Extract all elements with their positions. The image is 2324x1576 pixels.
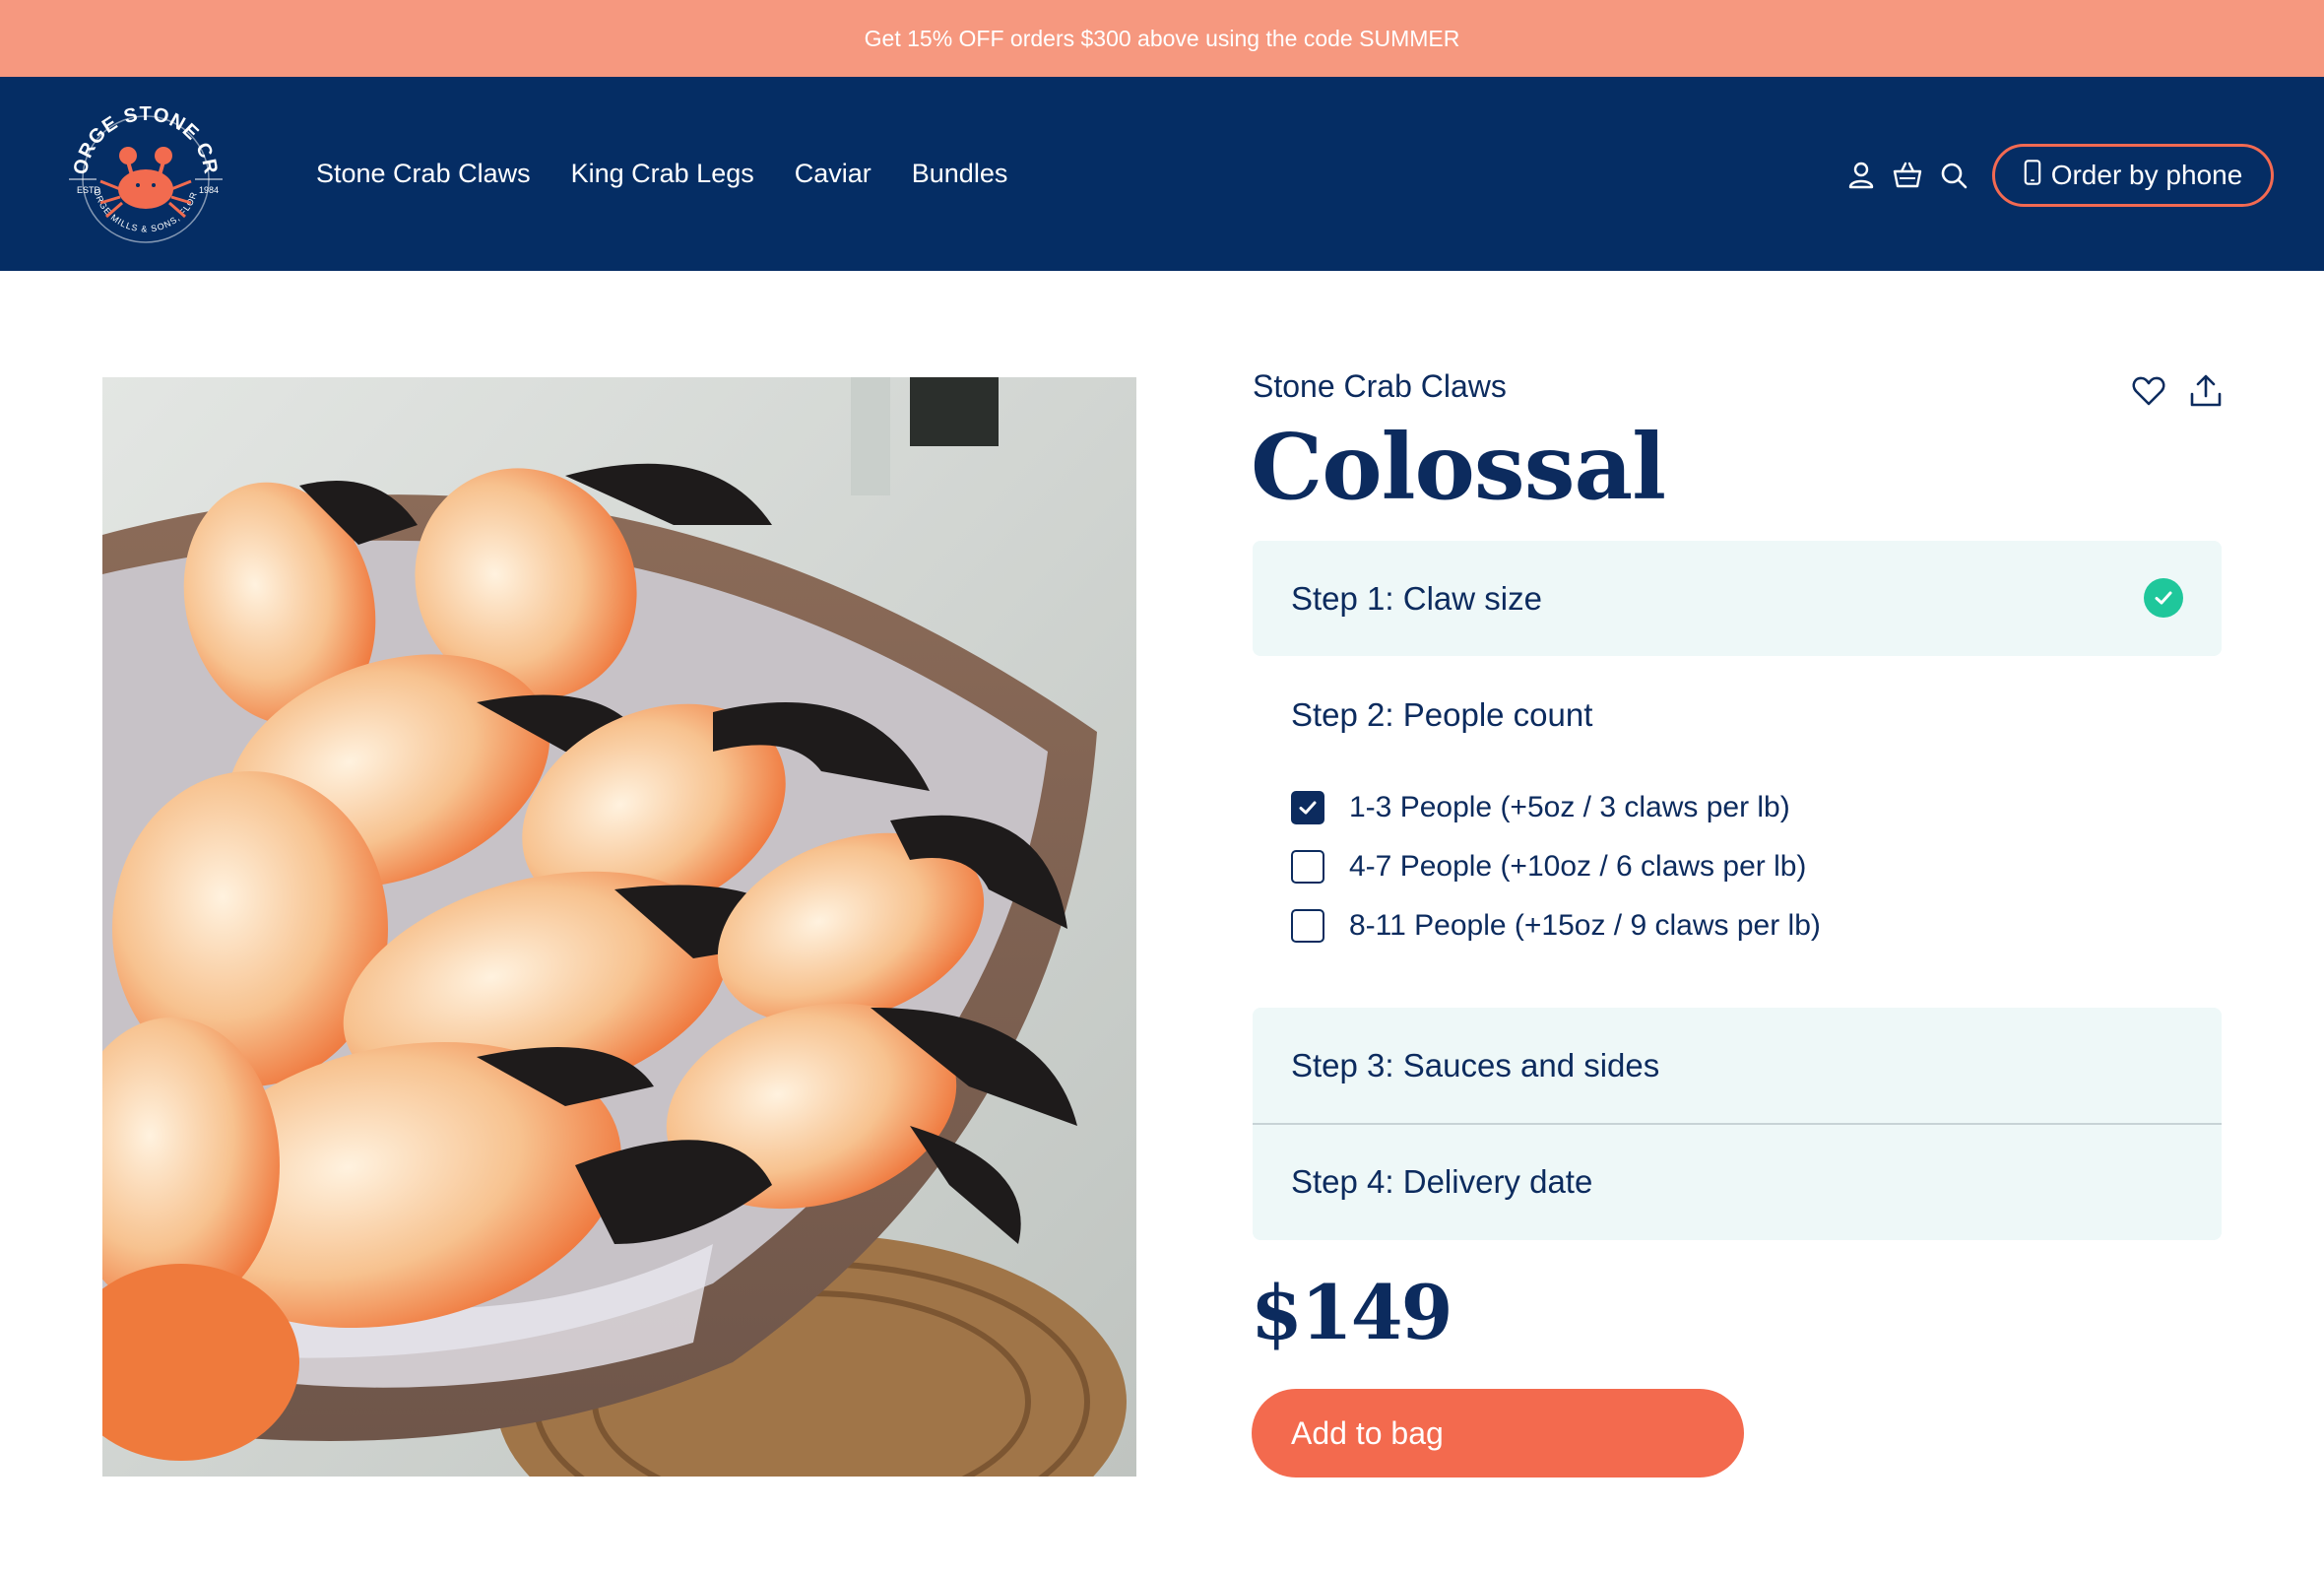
- product-category[interactable]: Stone Crab Claws: [1253, 368, 1507, 405]
- option-label: 8-11 People (+15oz / 9 claws per lb): [1349, 909, 1821, 942]
- option-label: 4-7 People (+10oz / 6 claws per lb): [1349, 850, 1807, 883]
- brand-logo[interactable]: GEORGE STONE CRAB GEORGE MILLS & SONS, F…: [41, 78, 242, 254]
- people-option-8-11[interactable]: 8-11 People (+15oz / 9 claws per lb): [1291, 908, 1821, 944]
- svg-text:GEORGE STONE CRAB: GEORGE STONE CRAB: [49, 95, 222, 176]
- share-icon[interactable]: [2187, 372, 2225, 410]
- user-icon[interactable]: [1845, 160, 1877, 191]
- step4-delivery-date[interactable]: Step 4: Delivery date: [1291, 1163, 1592, 1201]
- step3-sauces-and-sides[interactable]: Step 3: Sauces and sides: [1291, 1047, 1659, 1084]
- checkbox[interactable]: [1291, 850, 1324, 884]
- checkbox-checked[interactable]: [1291, 791, 1324, 824]
- people-option-4-7[interactable]: 4-7 People (+10oz / 6 claws per lb): [1291, 849, 1806, 885]
- step-divider: [1253, 1123, 2222, 1125]
- product-image: [102, 377, 1136, 1477]
- main-nav: Stone Crab Claws King Crab Legs Caviar B…: [316, 77, 1007, 271]
- product-title: Colossal: [1251, 414, 1666, 520]
- nav-bundles[interactable]: Bundles: [912, 159, 1008, 189]
- nav-caviar[interactable]: Caviar: [795, 159, 872, 189]
- checkbox[interactable]: [1291, 909, 1324, 943]
- add-to-bag-button[interactable]: Add to bag: [1252, 1389, 1744, 1478]
- heart-icon[interactable]: [2130, 372, 2167, 410]
- order-by-phone-label: Order by phone: [2050, 160, 2243, 190]
- step2-label: Step 2: People count: [1291, 696, 1593, 733]
- phone-icon: [2024, 159, 2041, 193]
- search-icon[interactable]: [1938, 160, 1969, 191]
- option-label: 1-3 People (+5oz / 3 claws per lb): [1349, 791, 1790, 823]
- steps-collapsed: Step 3: Sauces and sides Step 4: Deliver…: [1253, 1008, 2222, 1240]
- svg-text:ESTD: ESTD: [77, 185, 101, 195]
- step1-label: Step 1: Claw size: [1291, 580, 1542, 617]
- step-complete-check-icon: [2144, 578, 2183, 618]
- svg-text:1984: 1984: [199, 185, 219, 195]
- order-by-phone-button[interactable]: Order by phone: [1992, 144, 2274, 207]
- product-price: $149: [1251, 1269, 1453, 1356]
- promo-banner: Get 15% OFF orders $300 above using the …: [0, 0, 2324, 77]
- step-claw-size[interactable]: Step 1: Claw size: [1253, 541, 2222, 656]
- people-option-1-3[interactable]: 1-3 People (+5oz / 3 claws per lb): [1291, 790, 1790, 825]
- promo-text: Get 15% OFF orders $300 above using the …: [864, 25, 1460, 51]
- add-to-bag-label: Add to bag: [1291, 1414, 1444, 1451]
- nav-king-crab-legs[interactable]: King Crab Legs: [571, 159, 754, 189]
- basket-icon[interactable]: [1892, 160, 1923, 191]
- site-header: GEORGE STONE CRAB GEORGE MILLS & SONS, F…: [0, 77, 2324, 271]
- nav-stone-crab-claws[interactable]: Stone Crab Claws: [316, 159, 531, 189]
